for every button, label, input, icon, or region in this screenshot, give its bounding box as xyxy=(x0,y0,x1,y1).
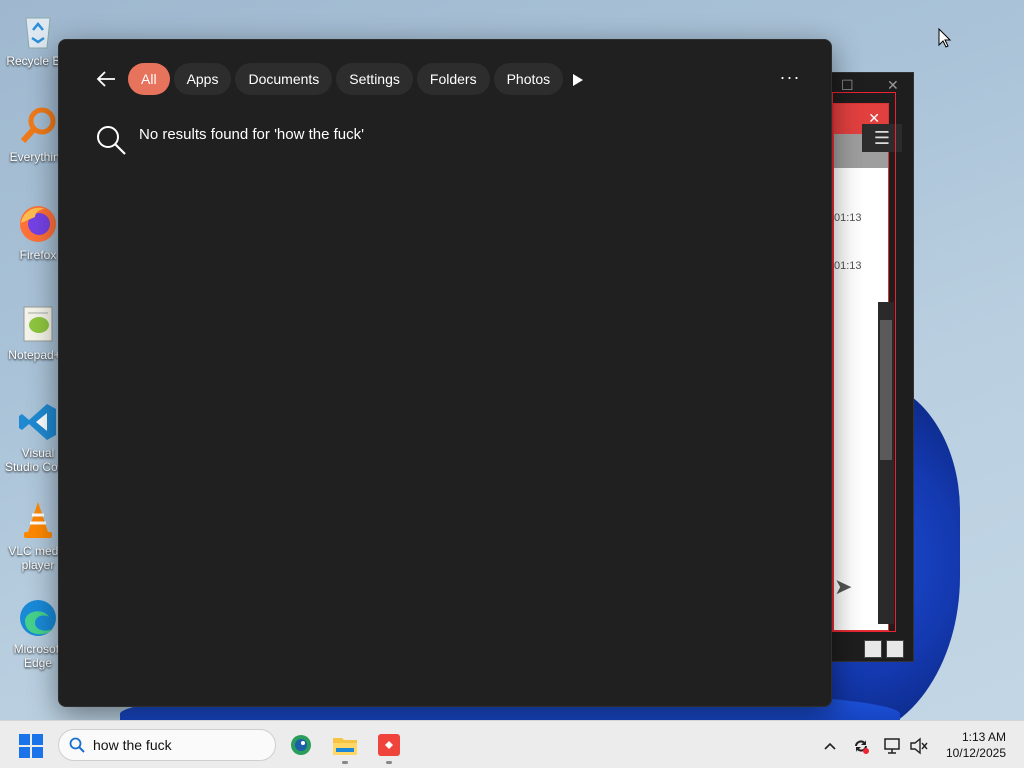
tab-documents[interactable]: Documents xyxy=(235,63,333,95)
recycle-bin-icon xyxy=(16,8,60,52)
firefox-icon xyxy=(16,202,60,246)
network-icon[interactable] xyxy=(882,735,904,757)
no-results-message: No results found for 'how the fuck' xyxy=(95,124,364,156)
running-indicator xyxy=(342,761,348,764)
tab-apps[interactable]: Apps xyxy=(173,63,232,95)
search-flyout: All Apps Documents Settings Folders Phot… xyxy=(58,39,832,707)
sync-icon[interactable] xyxy=(850,735,872,757)
browser-app-icon xyxy=(291,735,311,755)
taskbar-app-browser[interactable] xyxy=(285,729,317,761)
more-filters-play-icon[interactable] xyxy=(567,70,587,90)
search-icon xyxy=(97,126,126,155)
vscode-icon xyxy=(16,400,60,444)
system-clock[interactable]: 1:13 AM 10/12/2025 xyxy=(946,729,1006,761)
mouse-cursor-icon xyxy=(938,28,952,48)
notepad-plus-plus-icon xyxy=(16,302,60,346)
vlc-icon xyxy=(16,498,60,542)
volume-muted-icon[interactable] xyxy=(908,735,930,757)
taskbar-app-file-explorer[interactable] xyxy=(329,729,361,764)
taskbar: 1:13 AM 10/12/2025 xyxy=(0,720,1024,768)
taskbar-app-anydesk[interactable] xyxy=(373,729,405,764)
scrollbar-thumb[interactable] xyxy=(880,320,892,460)
start-button[interactable] xyxy=(19,734,43,758)
tab-photos[interactable]: Photos xyxy=(493,63,564,95)
file-explorer-icon xyxy=(333,738,357,755)
clock-time: 1:13 AM xyxy=(961,730,1006,744)
clock-date: 10/12/2025 xyxy=(945,746,1006,760)
search-icon xyxy=(69,737,85,753)
back-button[interactable] xyxy=(93,66,119,92)
running-indicator xyxy=(386,761,392,764)
everything-search-icon xyxy=(16,104,60,148)
search-filter-tabs: All Apps Documents Settings Folders Phot… xyxy=(128,63,564,95)
window-view-icon[interactable] xyxy=(886,640,904,658)
search-input[interactable] xyxy=(93,737,253,753)
list-view-icon[interactable] xyxy=(864,640,882,658)
show-hidden-icons-chevron-up-icon[interactable] xyxy=(819,735,841,757)
back-arrow-icon xyxy=(96,71,115,87)
taskbar-search-box[interactable] xyxy=(58,729,276,761)
edge-icon xyxy=(16,596,60,640)
anydesk-icon xyxy=(378,734,400,756)
more-options-button[interactable]: ··· xyxy=(775,68,805,90)
scrollbar[interactable] xyxy=(878,302,894,624)
no-results-text: No results found for 'how the fuck' xyxy=(139,125,365,143)
tab-settings[interactable]: Settings xyxy=(336,63,413,95)
view-toggle-group xyxy=(864,640,904,658)
tab-all[interactable]: All xyxy=(128,63,170,95)
tab-folders[interactable]: Folders xyxy=(416,63,490,95)
